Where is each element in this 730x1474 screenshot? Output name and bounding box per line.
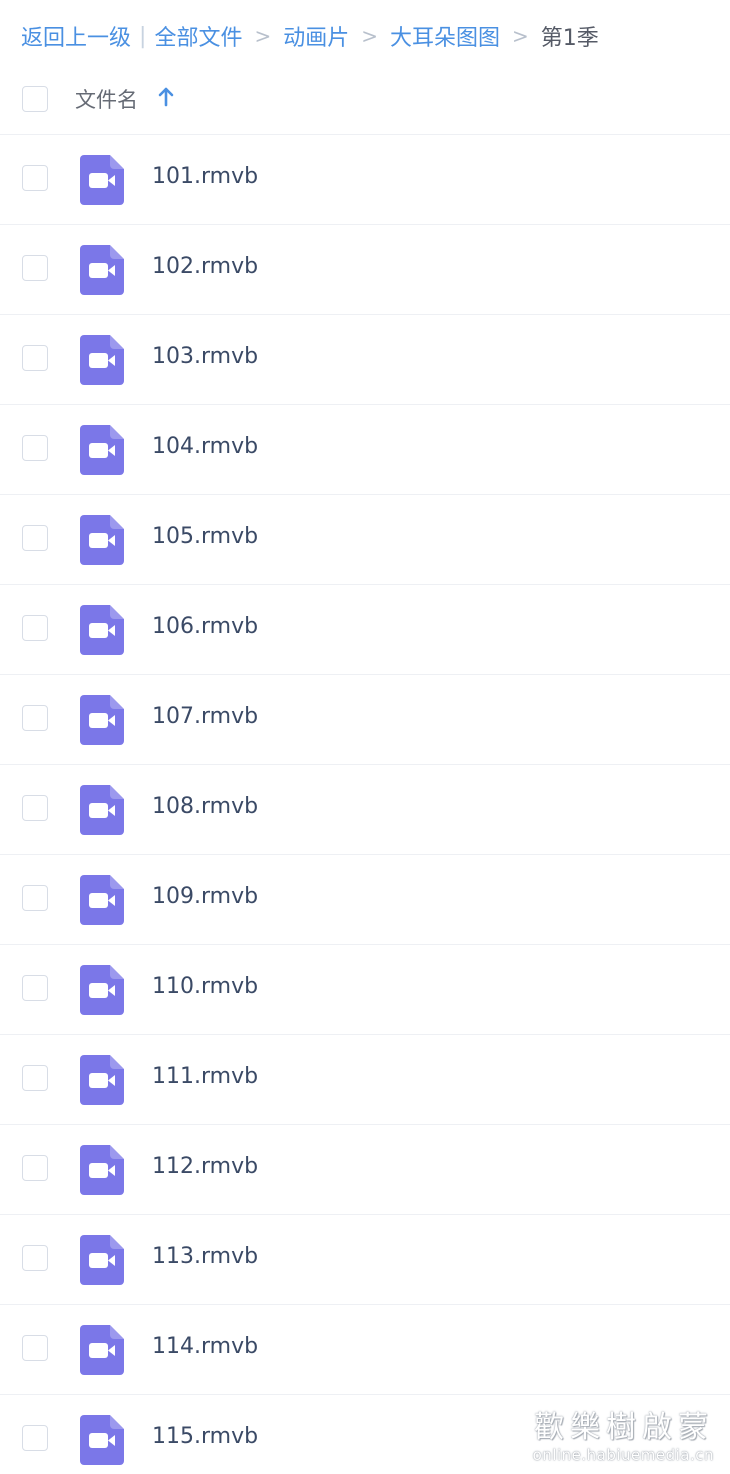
file-checkbox[interactable]: [22, 165, 48, 191]
file-checkbox[interactable]: [22, 975, 48, 1001]
breadcrumb-separator: >: [512, 24, 529, 48]
file-row[interactable]: 109.rmvb: [0, 855, 730, 945]
back-link[interactable]: 返回上一级: [21, 20, 131, 52]
video-file-icon: [80, 695, 124, 745]
file-name[interactable]: 101.rmvb: [152, 164, 258, 189]
file-row[interactable]: 113.rmvb: [0, 1215, 730, 1305]
breadcrumb-cartoons[interactable]: 动画片: [283, 20, 349, 52]
file-checkbox[interactable]: [22, 705, 48, 731]
video-file-icon: [80, 1415, 124, 1465]
video-file-icon: [80, 155, 124, 205]
file-name[interactable]: 104.rmvb: [152, 434, 258, 459]
file-name[interactable]: 107.rmvb: [152, 704, 258, 729]
file-name[interactable]: 114.rmvb: [152, 1334, 258, 1359]
file-list: 101.rmvb 102.rmvb 103.rmvb 104.rmvb 105.rmvb…: [0, 135, 730, 1474]
file-checkbox[interactable]: [22, 435, 48, 461]
file-row[interactable]: 108.rmvb: [0, 765, 730, 855]
file-checkbox[interactable]: [22, 795, 48, 821]
list-header: 文件名: [0, 72, 730, 135]
file-row[interactable]: 105.rmvb: [0, 495, 730, 585]
breadcrumb-separator: >: [361, 24, 378, 48]
file-name[interactable]: 115.rmvb: [152, 1424, 258, 1449]
filename-column-header[interactable]: 文件名: [75, 84, 138, 114]
video-file-icon: [80, 1325, 124, 1375]
file-name[interactable]: 103.rmvb: [152, 344, 258, 369]
breadcrumb-all-files[interactable]: 全部文件: [154, 20, 242, 52]
file-checkbox[interactable]: [22, 525, 48, 551]
video-file-icon: [80, 605, 124, 655]
file-name[interactable]: 109.rmvb: [152, 884, 258, 909]
video-file-icon: [80, 785, 124, 835]
file-checkbox[interactable]: [22, 1065, 48, 1091]
video-file-icon: [80, 1235, 124, 1285]
arrow-up-icon[interactable]: [156, 86, 176, 108]
video-file-icon: [80, 875, 124, 925]
video-file-icon: [80, 245, 124, 295]
file-name[interactable]: 105.rmvb: [152, 524, 258, 549]
file-checkbox[interactable]: [22, 615, 48, 641]
breadcrumb-current: 第1季: [540, 26, 599, 51]
file-checkbox[interactable]: [22, 1335, 48, 1361]
file-row[interactable]: 115.rmvb: [0, 1395, 730, 1474]
file-name[interactable]: 112.rmvb: [152, 1154, 258, 1179]
video-file-icon: [80, 965, 124, 1015]
video-file-icon: [80, 1055, 124, 1105]
video-file-icon: [80, 335, 124, 385]
video-file-icon: [80, 425, 124, 475]
file-row[interactable]: 103.rmvb: [0, 315, 730, 405]
file-row[interactable]: 101.rmvb: [0, 135, 730, 225]
file-row[interactable]: 104.rmvb: [0, 405, 730, 495]
file-row[interactable]: 112.rmvb: [0, 1125, 730, 1215]
breadcrumb: 返回上一级 | 全部文件 > 动画片 > 大耳朵图图 > 第1季: [21, 14, 599, 58]
file-checkbox[interactable]: [22, 1245, 48, 1271]
file-row[interactable]: 102.rmvb: [0, 225, 730, 315]
file-checkbox[interactable]: [22, 1155, 48, 1181]
file-browser: 返回上一级 | 全部文件 > 动画片 > 大耳朵图图 > 第1季 文件名 101…: [0, 0, 730, 1474]
file-name[interactable]: 102.rmvb: [152, 254, 258, 279]
video-file-icon: [80, 515, 124, 565]
file-checkbox[interactable]: [22, 345, 48, 371]
breadcrumb-separator: >: [254, 24, 272, 48]
file-name[interactable]: 111.rmvb: [152, 1064, 258, 1089]
file-row[interactable]: 111.rmvb: [0, 1035, 730, 1125]
file-name[interactable]: 108.rmvb: [152, 794, 258, 819]
file-row[interactable]: 110.rmvb: [0, 945, 730, 1035]
file-row[interactable]: 107.rmvb: [0, 675, 730, 765]
breadcrumb-series[interactable]: 大耳朵图图: [390, 20, 500, 52]
file-checkbox[interactable]: [22, 1425, 48, 1451]
file-checkbox[interactable]: [22, 255, 48, 281]
file-name[interactable]: 110.rmvb: [152, 974, 258, 999]
file-checkbox[interactable]: [22, 885, 48, 911]
file-row[interactable]: 114.rmvb: [0, 1305, 730, 1395]
file-name[interactable]: 106.rmvb: [152, 614, 258, 639]
breadcrumb-divider: |: [139, 23, 147, 49]
file-row[interactable]: 106.rmvb: [0, 585, 730, 675]
select-all-checkbox[interactable]: [22, 86, 48, 112]
video-file-icon: [80, 1145, 124, 1195]
file-name[interactable]: 113.rmvb: [152, 1244, 258, 1269]
